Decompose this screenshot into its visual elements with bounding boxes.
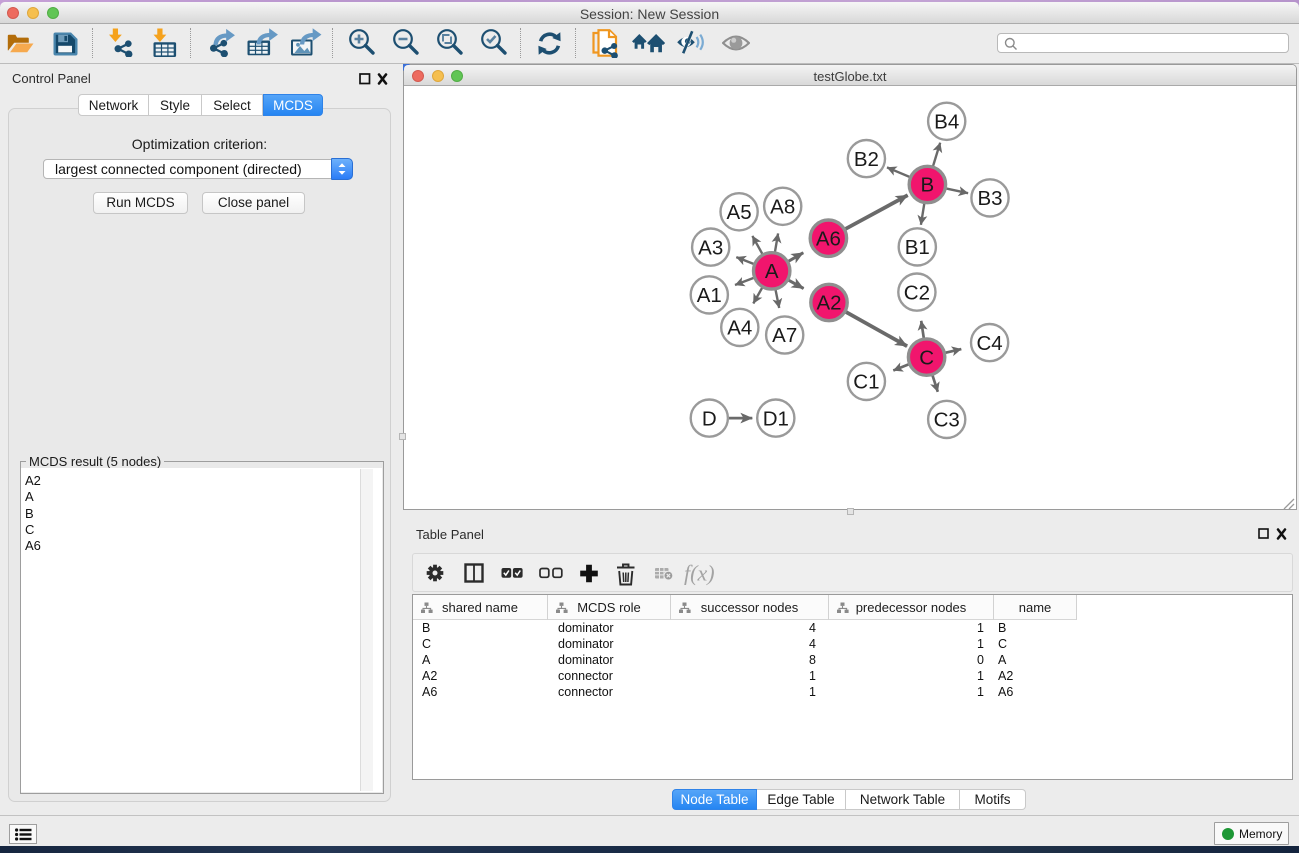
svg-text:A8: A8 — [770, 196, 795, 219]
svg-text:B1: B1 — [905, 236, 930, 259]
svg-text:C1: C1 — [853, 371, 879, 394]
svg-text:C4: C4 — [976, 332, 1002, 355]
svg-text:A1: A1 — [697, 284, 722, 307]
svg-text:C2: C2 — [904, 281, 930, 304]
svg-text:D1: D1 — [763, 407, 789, 430]
svg-text:f(x): f(x) — [684, 561, 715, 586]
svg-text:A4: A4 — [727, 317, 752, 340]
svg-text:B2: B2 — [854, 148, 879, 171]
svg-text:C: C — [919, 346, 934, 369]
svg-text:A6: A6 — [816, 227, 841, 250]
svg-text:B3: B3 — [977, 187, 1002, 210]
svg-text:A5: A5 — [727, 201, 752, 224]
svg-text:D: D — [702, 407, 717, 430]
svg-text:C3: C3 — [934, 409, 960, 432]
svg-text:A2: A2 — [816, 292, 841, 315]
svg-text:B: B — [921, 174, 935, 197]
svg-text:A3: A3 — [698, 236, 723, 259]
svg-text:A7: A7 — [772, 324, 797, 347]
svg-text:A: A — [765, 260, 779, 283]
svg-text:B4: B4 — [934, 111, 959, 134]
